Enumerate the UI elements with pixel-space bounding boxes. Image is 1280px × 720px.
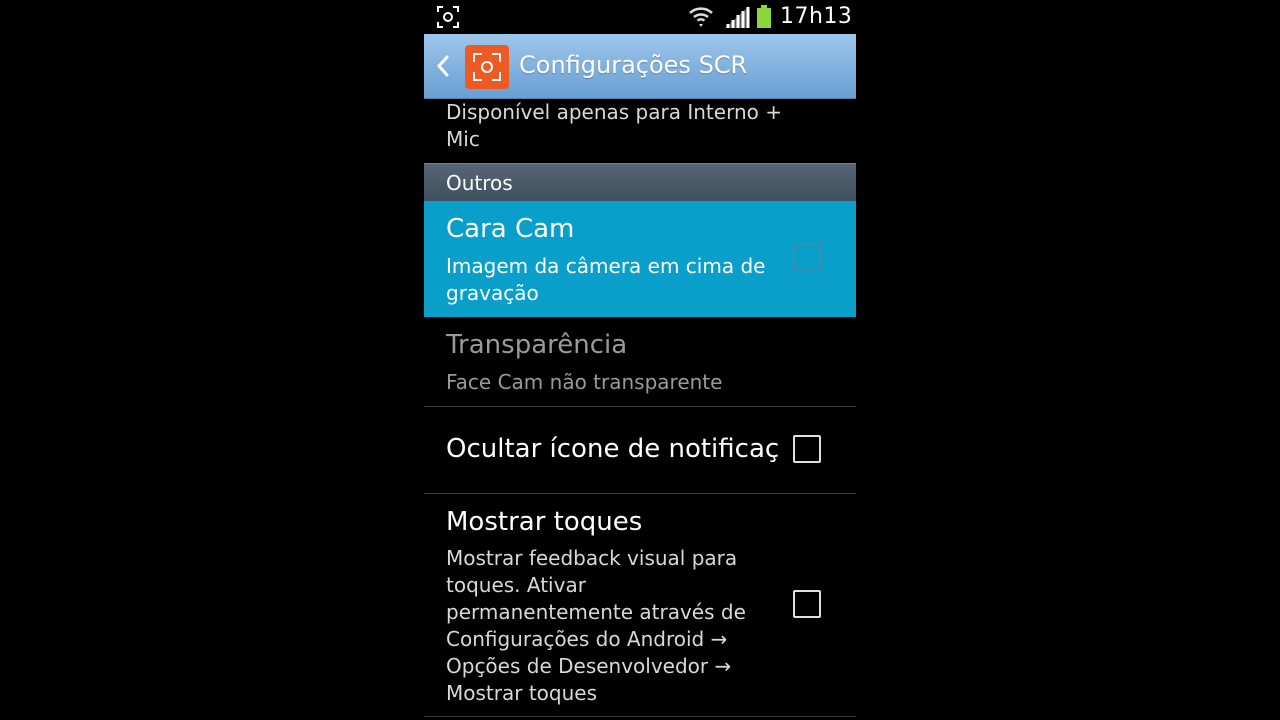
setting-title: Ocultar ícone de notificação: [446, 434, 778, 464]
signal-strength-icon: [724, 5, 750, 33]
setting-summary: gravação: [446, 281, 539, 305]
action-bar: Configurações SCR: [424, 34, 856, 99]
previous-item-summary[interactable]: Disponível apenas para Interno + Mic: [424, 99, 856, 163]
battery-icon: [756, 5, 772, 33]
back-chevron-icon[interactable]: [434, 54, 452, 82]
setting-summary-line: Configurações do Android →: [446, 627, 728, 651]
summary-line: Mic: [446, 127, 480, 151]
setting-transparencia[interactable]: Transparência Face Cam não transparente: [424, 317, 856, 406]
section-header-label: Outros: [446, 171, 513, 195]
ocultar-icone-checkbox[interactable]: [793, 435, 821, 463]
mostrar-toques-checkbox[interactable]: [793, 590, 821, 618]
status-bar: 17h13: [424, 0, 856, 34]
app-screen-recorder-icon[interactable]: [465, 45, 509, 89]
section-header-outros: Outros: [424, 163, 856, 202]
screenshot-notification-icon: [437, 6, 459, 32]
setting-summary-line: permanentemente através de: [446, 600, 746, 624]
phone-screen: 17h13 Configurações SCR Disponível apena…: [424, 0, 856, 720]
page-title: Configurações SCR: [519, 51, 748, 79]
divider: [424, 716, 856, 717]
setting-ocultar-icone[interactable]: Ocultar ícone de notificação: [424, 407, 856, 493]
wifi-icon: [688, 5, 714, 33]
setting-summary-line: Mostrar feedback visual para: [446, 546, 738, 570]
setting-summary: Imagem da câmera em cima de: [446, 254, 766, 278]
setting-summary-line: toques. Ativar: [446, 573, 586, 597]
setting-mostrar-toques[interactable]: Mostrar toques Mostrar feedback visual p…: [424, 494, 856, 716]
setting-summary: Face Cam não transparente: [446, 370, 723, 394]
setting-title: Transparência: [446, 330, 628, 360]
setting-title: Cara Cam: [446, 214, 575, 244]
setting-summary-line: Opções de Desenvolvedor →: [446, 654, 732, 678]
setting-title: Mostrar toques: [446, 507, 643, 537]
status-time: 17h13: [780, 4, 853, 29]
summary-line: Disponível apenas para Interno +: [446, 100, 782, 124]
setting-cara-cam[interactable]: Cara Cam Imagem da câmera em cima de gra…: [424, 201, 856, 317]
cara-cam-checkbox[interactable]: [793, 243, 821, 271]
setting-summary-line: Mostrar toques: [446, 681, 597, 705]
